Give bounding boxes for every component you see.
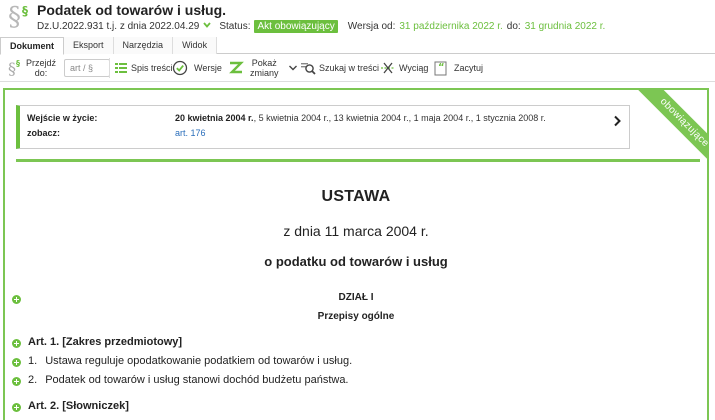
toolbar: § § Przejdź do: art / § Spis treści Wers… xyxy=(0,54,715,82)
article-1-heading[interactable]: Art. 1. [Zakres przedmiotowy] xyxy=(28,336,182,348)
document-reference: Dz.U.2022.931 t.j. z dnia 2022.04.29 xyxy=(37,20,200,32)
chevron-down-icon[interactable] xyxy=(288,64,298,72)
expand-icon[interactable] xyxy=(12,339,21,348)
expand-icon[interactable] xyxy=(12,403,21,412)
status-badge: Akt obowiązujący xyxy=(254,19,338,33)
changes-icon xyxy=(229,61,244,74)
document-title: Podatek od towarów i usług. xyxy=(37,2,227,18)
document-header: § § Podatek od towarów i usług. Dz.U.2022… xyxy=(0,0,715,38)
list-icon xyxy=(115,63,127,73)
goto-label: Przejdź do: xyxy=(26,58,57,78)
search-icon xyxy=(301,63,316,75)
document-meta: Dz.U.2022.931 t.j. z dnia 2022.04.29 Sta… xyxy=(37,19,609,33)
scissors-icon xyxy=(381,62,395,74)
tab-narzedzia[interactable]: Narzędzia xyxy=(113,37,174,54)
document-content: obowiązujące Wejście w życie: 20 kwietni… xyxy=(3,88,709,420)
svg-text:“: “ xyxy=(438,62,445,73)
quote-icon: “ xyxy=(434,61,447,76)
version-to-label: do: xyxy=(506,20,521,32)
search-in-text-button[interactable]: Szukaj w treści xyxy=(300,54,379,82)
paragraph-icon: § § xyxy=(8,2,28,32)
status-label: Status: xyxy=(219,20,251,32)
effective-date-value: 20 kwietnia 2004 r., 5 kwietnia 2004 r.,… xyxy=(175,113,546,123)
tab-dokument[interactable]: Dokument xyxy=(0,37,65,55)
effective-date-label: Wejście w życie: xyxy=(27,113,98,123)
division-title: Przepisy ogólne xyxy=(317,311,395,322)
division-heading: DZIAŁ I xyxy=(338,292,374,303)
effective-date-box[interactable]: Wejście w życie: 20 kwietnia 2004 r., 5 … xyxy=(16,105,630,149)
act-subject: o podatku od towarów i usług xyxy=(264,254,448,269)
act-type: USTAWA xyxy=(321,188,391,205)
excerpt-button[interactable]: Wyciąg xyxy=(380,54,428,82)
goto-section: § § Przejdź do: art / § xyxy=(8,54,111,82)
goto-input[interactable]: art / § xyxy=(64,59,111,77)
article-2-heading[interactable]: Art. 2. [Słowniczek] xyxy=(28,400,129,412)
clock-check-icon xyxy=(172,60,188,76)
see-label: zobacz: xyxy=(27,128,61,138)
version-to-link[interactable]: 31 grudnia 2022 r. xyxy=(525,21,606,32)
show-changes-button[interactable]: Pokaż zmiany xyxy=(228,54,298,82)
toc-button[interactable]: Spis treści xyxy=(114,54,173,82)
article-1-paragraph-2: 2. Podatek od towarów i usług stanowi doc… xyxy=(28,374,349,386)
chevron-down-icon[interactable] xyxy=(203,21,212,29)
chevron-right-icon[interactable] xyxy=(613,115,621,127)
svg-text:§: § xyxy=(16,59,20,68)
versions-button[interactable]: Wersje xyxy=(172,54,222,82)
see-link[interactable]: art. 176 xyxy=(175,128,206,138)
divider xyxy=(16,159,700,162)
svg-text:§: § xyxy=(8,59,16,77)
status-ribbon: obowiązujące xyxy=(624,88,709,183)
article-1-paragraph-1: 1. Ustawa reguluje opodatkowanie podatkie… xyxy=(28,355,353,367)
menu-tabs: Dokument Eksport Narzędzia Widok xyxy=(0,37,715,55)
paragraph-icon: § § xyxy=(8,59,20,77)
version-from-link[interactable]: 31 października 2022 r. xyxy=(399,21,502,32)
act-date: z dnia 11 marca 2004 r. xyxy=(283,223,429,239)
version-label: Wersja od: xyxy=(347,20,396,32)
tab-widok[interactable]: Widok xyxy=(173,37,218,54)
tab-eksport[interactable]: Eksport xyxy=(64,37,114,54)
expand-icon[interactable] xyxy=(12,377,21,386)
cite-button[interactable]: “ Zacytuj xyxy=(433,54,483,82)
expand-icon[interactable] xyxy=(12,358,21,367)
